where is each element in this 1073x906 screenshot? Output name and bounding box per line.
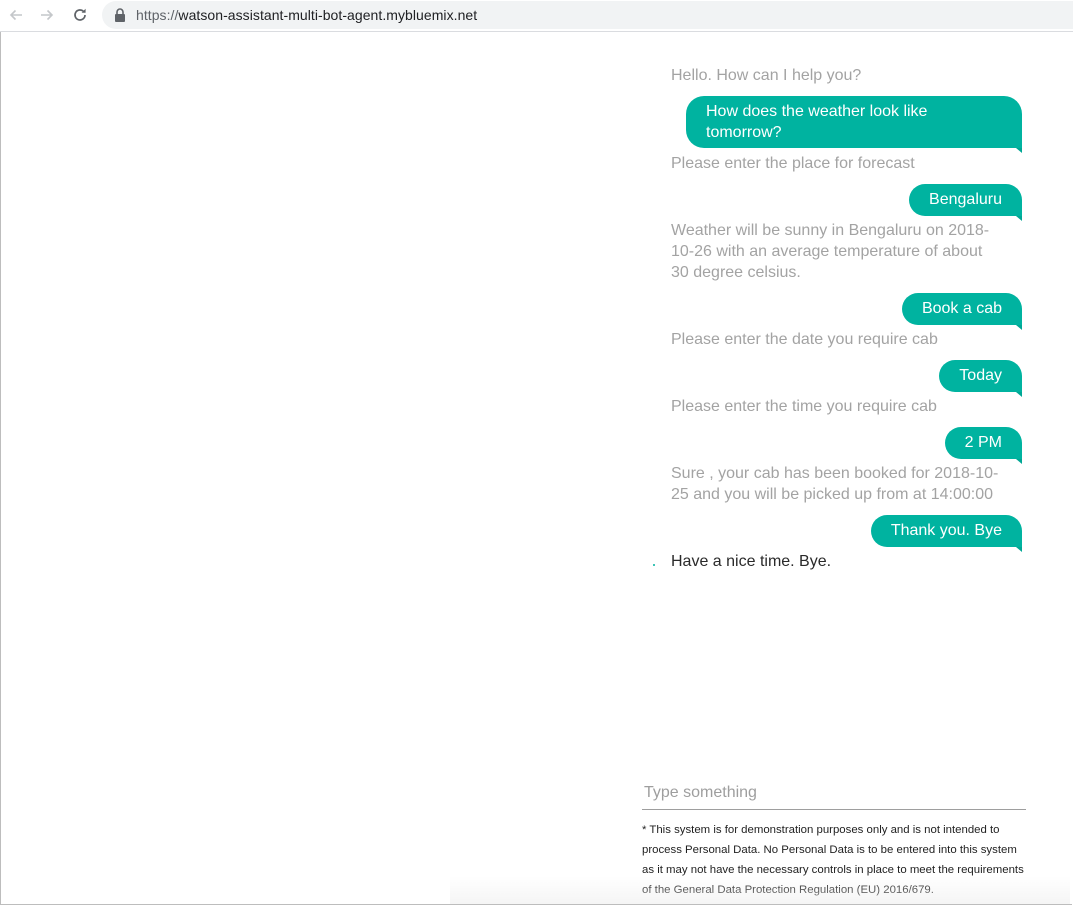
url-scheme: https:// xyxy=(136,7,179,23)
url-text: https://watson-assistant-multi-bot-agent… xyxy=(136,7,477,23)
bot-message: Please enter the place for forecast xyxy=(671,155,915,172)
user-message: Book a cab xyxy=(901,293,1023,330)
lock-icon xyxy=(114,8,126,22)
back-arrow-icon[interactable] xyxy=(6,5,26,25)
chat-panel: Hello. How can I help you? How does the … xyxy=(640,32,1030,904)
bot-message: Sure , your cab has been booked for 2018… xyxy=(671,465,999,503)
bot-message: Weather will be sunny in Bengaluru on 20… xyxy=(671,222,990,281)
gdpr-disclaimer: * This system is for demonstration purpo… xyxy=(642,824,1024,896)
address-bar[interactable]: https://watson-assistant-multi-bot-agent… xyxy=(102,1,1073,29)
typing-indicator-dot xyxy=(653,564,655,566)
reload-icon[interactable] xyxy=(70,5,90,25)
bot-message: Please enter the date you require cab xyxy=(671,331,938,348)
chat-input[interactable] xyxy=(642,780,1024,806)
bot-message: Hello. How can I help you? xyxy=(671,67,862,84)
bot-message: Please enter the time you require cab xyxy=(671,398,937,415)
url-host: watson-assistant-multi-bot-agent.mybluem… xyxy=(178,7,478,23)
bot-message-latest: Have a nice time. Bye. xyxy=(671,553,832,570)
user-message: Thank you. Bye xyxy=(870,515,1023,552)
user-message: Today xyxy=(939,360,1022,397)
user-message: 2 PM xyxy=(944,427,1023,464)
forward-arrow-icon[interactable] xyxy=(37,5,57,25)
browser-toolbar: https://watson-assistant-multi-bot-agent… xyxy=(0,0,1073,32)
user-message: How does the weather look like tomorrow? xyxy=(686,96,1022,153)
user-message: Bengaluru xyxy=(909,184,1022,221)
chat-input-area xyxy=(642,780,1026,810)
